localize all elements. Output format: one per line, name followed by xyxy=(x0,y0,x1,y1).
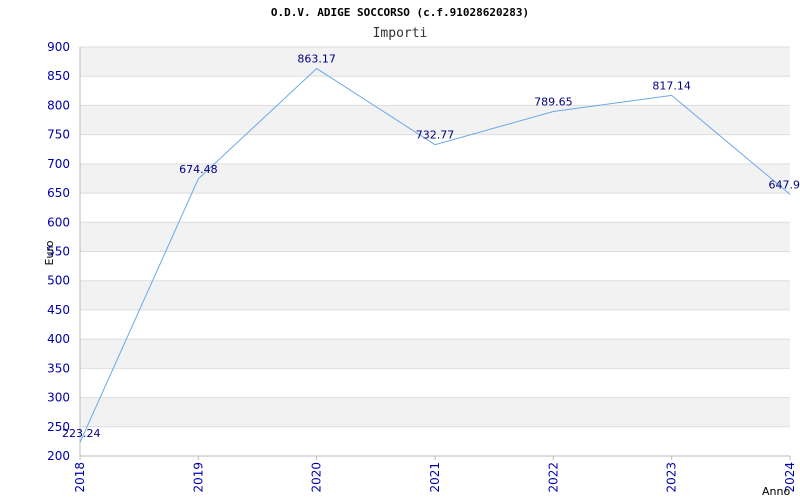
grid-band xyxy=(80,339,790,369)
grid-band xyxy=(80,193,790,223)
y-tick-label: 600 xyxy=(47,215,70,229)
data-label: 817.14 xyxy=(652,79,691,92)
x-tick-label: 2023 xyxy=(665,462,679,493)
x-tick-label: 2021 xyxy=(428,462,442,493)
x-tick-labels: 2018 2019 2020 2021 2022 2023 2024 xyxy=(73,462,797,493)
grid-band xyxy=(80,397,790,427)
grid-band xyxy=(80,309,790,340)
y-tick-label: 650 xyxy=(47,186,70,200)
y-tick-label: 400 xyxy=(47,332,70,346)
x-tick-label: 2022 xyxy=(546,462,560,493)
y-tick-label: 750 xyxy=(47,128,70,142)
y-tick-label: 900 xyxy=(47,40,70,54)
grid-band xyxy=(80,426,790,456)
x-tick-label: 2019 xyxy=(191,462,205,493)
y-tick-label: 300 xyxy=(47,391,70,405)
y-tick-label: 800 xyxy=(47,98,70,112)
y-tick-label: 200 xyxy=(47,449,70,463)
data-label: 647.9 xyxy=(769,178,800,191)
y-tick-label: 500 xyxy=(47,274,70,288)
y-tick-label: 850 xyxy=(47,69,70,83)
x-axis-label: Anno xyxy=(762,485,790,498)
line-chart: 2002503003504004505005506006507007508008… xyxy=(43,40,800,498)
data-label: 789.65 xyxy=(534,95,573,108)
x-tick-label: 2020 xyxy=(310,462,324,493)
y-tick-label: 700 xyxy=(47,157,70,171)
data-label: 732.77 xyxy=(416,129,455,142)
x-tick-label: 2018 xyxy=(73,462,87,493)
grid-band xyxy=(80,251,790,281)
grid-band xyxy=(80,222,790,252)
grid-band xyxy=(80,47,790,77)
data-label: 674.48 xyxy=(179,163,218,176)
data-label: 863.17 xyxy=(297,53,336,66)
y-axis-label: Euro xyxy=(43,240,56,265)
grid-band xyxy=(80,368,790,398)
y-tick-label: 350 xyxy=(47,361,70,375)
y-tick-label: 450 xyxy=(47,303,70,317)
data-label: 223.24 xyxy=(62,427,101,440)
grid-band xyxy=(80,280,790,310)
